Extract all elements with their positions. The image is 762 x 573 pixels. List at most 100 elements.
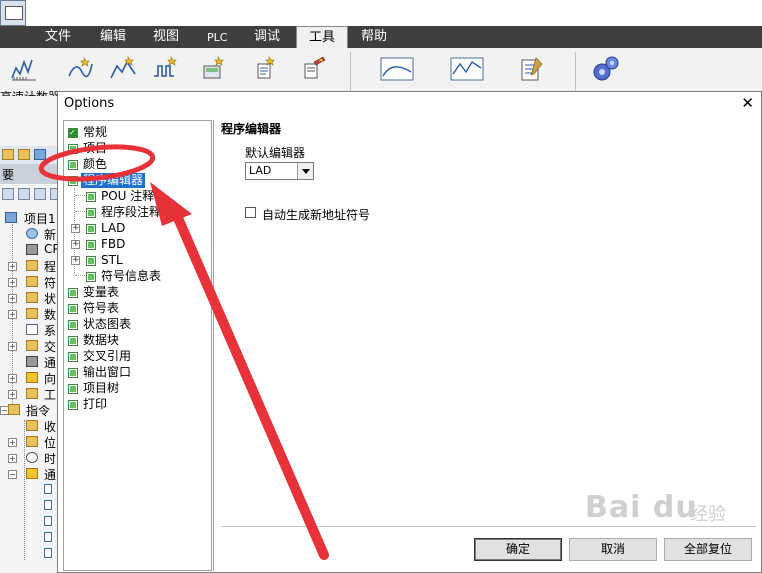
instruction-icon [44,484,52,494]
expand-icon[interactable]: + [8,310,17,319]
menu-plc[interactable]: PLC [207,30,227,46]
tree-item[interactable]: 通 [0,354,62,370]
motion-wizard-icon[interactable] [109,54,137,82]
expand-icon[interactable]: + [8,278,17,287]
close-icon[interactable]: ✕ [741,95,754,111]
tree-item[interactable]: 收 [0,418,62,434]
default-editor-value: LAD [249,164,272,177]
instruction-icon [44,516,52,526]
node-icon [68,352,78,362]
auto-symbol-checkbox[interactable] [245,207,256,218]
tree-item[interactable]: CP [0,242,62,258]
tree-item[interactable]: + 程 [0,258,62,274]
menu-edit[interactable]: 编辑 [100,29,126,45]
expand-icon[interactable]: + [71,240,80,249]
folder-icon [26,292,38,303]
tree-item[interactable] [0,514,62,530]
expand-icon[interactable]: + [71,224,80,233]
wizard-folder-icon [26,372,38,383]
menu-tools[interactable]: 工具 [296,26,349,48]
data-log-wizard-icon[interactable] [300,54,328,82]
open-folder-icon[interactable] [2,149,14,160]
expand-icon[interactable]: + [8,342,17,351]
node-icon [68,176,78,186]
tree-item-instructions[interactable]: − 指令 [0,402,62,418]
tree-item[interactable]: 系 [0,322,62,338]
expand-icon[interactable]: + [8,390,17,399]
folder-icon [26,340,38,351]
view-tab-icon[interactable] [2,188,14,200]
favorites-icon [26,420,38,431]
project-tree-toolbar [0,146,62,164]
expand-icon[interactable]: + [8,454,17,463]
tree-item[interactable] [0,530,62,546]
cancel-button[interactable]: 取消 [569,538,657,561]
tree-item[interactable]: + 状 [0,290,62,306]
options-gear-icon[interactable] [590,54,622,86]
help-icon [26,228,38,239]
node-icon [68,144,78,154]
node-icon [86,208,96,218]
tree-item[interactable] [0,498,62,514]
menu-view[interactable]: 视图 [153,29,179,45]
reset-all-button[interactable]: 全部复位 [664,538,752,561]
get-ip-wizard-icon[interactable] [252,54,280,82]
folder-icon [8,404,20,415]
tree-item[interactable] [0,546,62,562]
pwm-wizard-icon[interactable] [152,54,180,82]
instruction-icon [44,548,52,558]
tree-item[interactable]: + 数 [0,306,62,322]
menu-help[interactable]: 帮助 [361,29,387,45]
project-tree-tabs [0,186,62,204]
high-speed-counter-icon[interactable] [10,54,38,82]
expand-icon[interactable]: + [8,262,17,271]
expand-icon[interactable]: + [8,374,17,383]
ok-button[interactable]: 确定 [474,538,562,561]
tree-item[interactable]: + 符 [0,274,62,290]
checked-node-icon [68,128,78,138]
instruction-icon [44,532,52,542]
save-icon[interactable] [34,149,46,160]
node-icon [86,240,96,250]
baidu-watermark-sub: 经验 [690,504,726,525]
ribbon-separator [575,52,576,94]
tree-item[interactable] [0,482,62,498]
menu-bar: 文件 编辑 视图 PLC 调试 工具 帮助 [0,26,762,48]
folder-icon[interactable] [18,149,30,160]
pane-splitter[interactable] [213,120,214,571]
menu-debug[interactable]: 调试 [254,29,280,45]
tree-item-project[interactable]: 项目1 [0,210,62,226]
app-icon[interactable] [0,0,26,26]
project-tree-header: 要 [0,164,62,184]
view-tab-icon[interactable] [18,188,30,200]
menu-file[interactable]: 文件 [45,29,71,45]
folder-icon [26,388,38,399]
tree-item[interactable]: + 向 [0,370,62,386]
options-settings-pane: 程序编辑器 默认编辑器 LAD 自动生成新地址符号 [221,120,756,540]
tree-item[interactable]: − 通 [0,466,62,482]
tree-item[interactable]: 新 [0,226,62,242]
expand-icon[interactable]: + [71,256,80,265]
expand-icon[interactable]: + [8,294,17,303]
node-icon [68,400,78,410]
motion-panel-icon[interactable] [450,54,484,82]
view-tab-icon[interactable] [34,188,46,200]
text-display-wizard-icon[interactable] [200,54,228,82]
tree-item[interactable]: + 交 [0,338,62,354]
pid-tuning-icon[interactable] [380,54,414,82]
node-icon [68,288,78,298]
expand-icon[interactable]: + [8,438,17,447]
auto-symbol-label: 自动生成新地址符号 [262,208,371,222]
tree-item[interactable]: + 工 [0,386,62,402]
dropdown-arrow-icon[interactable] [297,163,313,179]
tree-item[interactable]: + 位 [0,434,62,450]
tree-connector [75,195,85,196]
node-icon [86,272,96,282]
circuit-config-icon[interactable] [518,54,546,82]
default-editor-select[interactable]: LAD [245,162,314,180]
collapse-icon[interactable]: − [8,470,17,479]
wizard-icon[interactable] [66,54,94,82]
tree-connector [75,275,85,276]
node-icon [86,224,96,234]
tree-item[interactable]: + 时 [0,450,62,466]
